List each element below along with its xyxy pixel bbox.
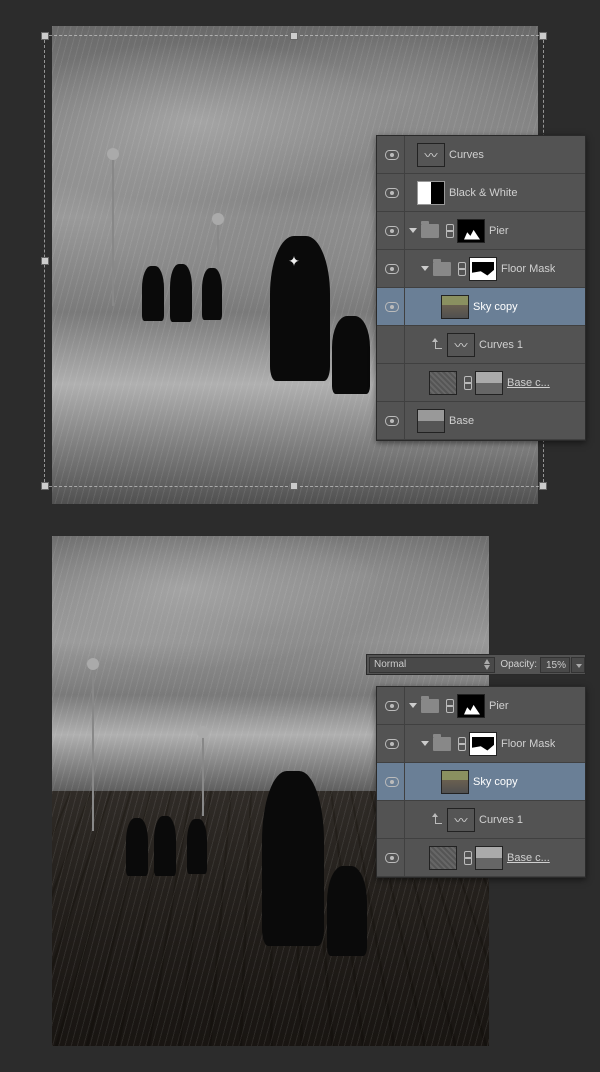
layer-label: Sky copy (473, 301, 518, 313)
mask-thumb[interactable] (475, 846, 503, 870)
layer-group-floor-mask[interactable]: Floor Mask (377, 250, 585, 288)
disclosure-triangle-icon[interactable] (421, 266, 429, 271)
layers-panel: 〰 Curves Black & White Pier Floor Mask S… (376, 135, 586, 441)
layer-thumb[interactable] (441, 295, 469, 319)
adjustment-thumb: 〰 (417, 143, 445, 167)
layer-label: Curves (449, 149, 484, 161)
figure (154, 816, 176, 876)
layer-black-white[interactable]: Black & White (377, 174, 585, 212)
transform-handle-br[interactable] (539, 482, 547, 490)
figure (126, 818, 148, 876)
lamp-post (112, 156, 114, 306)
layer-thumb[interactable] (429, 371, 457, 395)
transform-handle-bl[interactable] (41, 482, 49, 490)
folder-icon (421, 224, 439, 238)
layer-sky-copy[interactable]: Sky copy (377, 763, 585, 801)
layer-label: Sky copy (473, 776, 518, 788)
figure (187, 819, 207, 874)
layer-group-pier[interactable]: Pier (377, 687, 585, 725)
layer-thumb[interactable] (441, 770, 469, 794)
figure-adult (270, 236, 330, 381)
link-icon (458, 262, 466, 276)
figure (202, 268, 222, 320)
transform-handle-l[interactable] (41, 257, 49, 265)
mask-thumb[interactable] (469, 732, 497, 756)
folder-icon (433, 737, 451, 751)
figure-adult (262, 771, 324, 946)
visibility-eye-icon[interactable] (385, 853, 399, 863)
layer-group-floor-mask[interactable]: Floor Mask (377, 725, 585, 763)
visibility-eye-icon[interactable] (385, 701, 399, 711)
layer-label: Floor Mask (501, 738, 555, 750)
visibility-eye-icon[interactable] (385, 739, 399, 749)
transform-handle-tr[interactable] (539, 32, 547, 40)
layer-thumb[interactable] (417, 409, 445, 433)
folder-icon (433, 262, 451, 276)
layer-curves-1[interactable]: 〰 Curves 1 (377, 326, 585, 364)
visibility-eye-icon[interactable] (385, 150, 399, 160)
opacity-dropdown-button[interactable] (571, 657, 585, 673)
visibility-eye-icon[interactable] (385, 777, 399, 787)
figure-child (332, 316, 370, 394)
disclosure-triangle-icon[interactable] (409, 228, 417, 233)
layer-thumb[interactable] (429, 846, 457, 870)
layers-panel: Pier Floor Mask Sky copy 〰 Curves 1 Base… (376, 686, 586, 878)
clipping-mask-icon (433, 340, 443, 350)
transform-handle-tl[interactable] (41, 32, 49, 40)
blend-mode-select[interactable]: Normal (369, 657, 495, 673)
link-icon (464, 376, 472, 390)
disclosure-triangle-icon[interactable] (409, 703, 417, 708)
opacity-label: Opacity: (500, 659, 537, 670)
figure (142, 266, 164, 321)
layer-base-copy[interactable]: Base c... (377, 839, 585, 877)
visibility-eye-icon[interactable] (385, 188, 399, 198)
layer-base[interactable]: Base (377, 402, 585, 440)
layer-label: Pier (489, 700, 509, 712)
figure-child (327, 866, 367, 956)
layer-label: Floor Mask (501, 263, 555, 275)
blend-opacity-bar: Normal Opacity: 15% (366, 654, 586, 675)
layer-label: Base c... (507, 852, 550, 864)
blend-mode-value: Normal (374, 659, 406, 670)
adjustment-thumb: 〰 (447, 808, 475, 832)
layer-label: Pier (489, 225, 509, 237)
mask-thumb[interactable] (469, 257, 497, 281)
disclosure-triangle-icon[interactable] (421, 741, 429, 746)
visibility-eye-icon[interactable] (385, 416, 399, 426)
visibility-eye-icon[interactable] (385, 264, 399, 274)
mask-thumb[interactable] (457, 219, 485, 243)
layer-group-pier[interactable]: Pier (377, 212, 585, 250)
mask-thumb[interactable] (475, 371, 503, 395)
layer-curves[interactable]: 〰 Curves (377, 136, 585, 174)
mask-thumb[interactable] (457, 694, 485, 718)
layer-base-copy[interactable]: Base c... (377, 364, 585, 402)
layer-sky-copy[interactable]: Sky copy (377, 288, 585, 326)
layer-label: Black & White (449, 187, 517, 199)
layer-label: Curves 1 (479, 339, 523, 351)
lamp-post (92, 666, 94, 831)
link-icon (446, 699, 454, 713)
layer-curves-1[interactable]: 〰 Curves 1 (377, 801, 585, 839)
layer-label: Base c... (507, 377, 550, 389)
clipping-mask-icon (433, 815, 443, 825)
visibility-eye-icon[interactable] (385, 226, 399, 236)
lamp-post (202, 734, 204, 816)
folder-icon (421, 699, 439, 713)
layer-label: Base (449, 415, 474, 427)
link-icon (464, 851, 472, 865)
link-icon (458, 737, 466, 751)
link-icon (446, 224, 454, 238)
figure (170, 264, 192, 322)
visibility-eye-icon[interactable] (385, 302, 399, 312)
adjustment-thumb: 〰 (447, 333, 475, 357)
opacity-input[interactable]: 15% (540, 657, 570, 673)
adjustment-thumb (417, 181, 445, 205)
layer-label: Curves 1 (479, 814, 523, 826)
